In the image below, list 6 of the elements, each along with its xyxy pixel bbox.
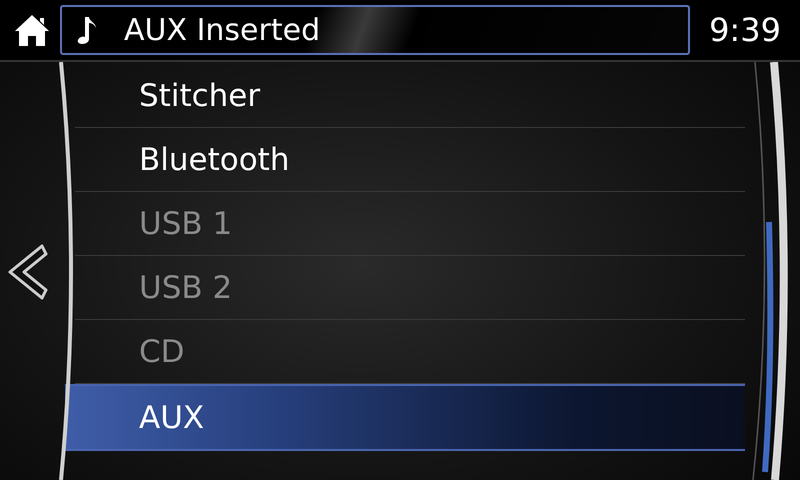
clock-time: 9:39 (708, 11, 782, 49)
source-item[interactable]: AUX (65, 384, 745, 451)
header-title: AUX Inserted (124, 12, 320, 48)
source-item[interactable]: Bluetooth (75, 128, 745, 192)
source-item[interactable]: Stitcher (75, 64, 745, 128)
music-note-icon (76, 15, 98, 45)
